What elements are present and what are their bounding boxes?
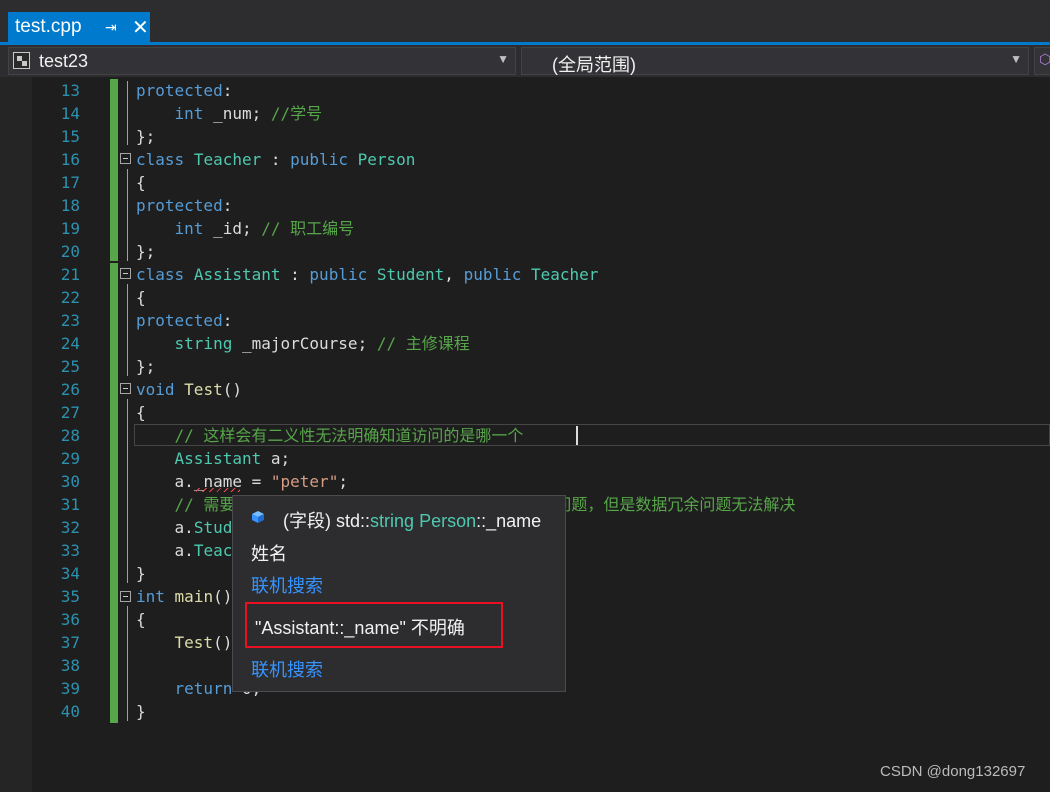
- line-number: 36: [60, 610, 80, 629]
- line-number: 28: [60, 426, 80, 445]
- search-online-link-2[interactable]: 联机搜索: [251, 656, 323, 682]
- popup-signature: (字段) std::string Person::_name: [283, 507, 541, 533]
- code-line[interactable]: int _num; //学号: [136, 102, 323, 125]
- collapse-icon[interactable]: [120, 383, 131, 394]
- code-line[interactable]: };: [136, 240, 155, 263]
- collapse-icon[interactable]: [120, 591, 131, 602]
- chevron-down-icon: ▼: [1010, 52, 1022, 66]
- watermark: CSDN @dong132697: [880, 763, 1026, 780]
- project-icon: [13, 52, 30, 69]
- line-number: 19: [60, 219, 80, 238]
- pin-icon[interactable]: ⇥: [105, 19, 117, 36]
- popup-description: 姓名: [251, 544, 287, 564]
- line-number: 33: [60, 541, 80, 560]
- navigation-bar: test23 ▼ (全局范围) ▼ ⬡: [0, 45, 1050, 77]
- line-number: 32: [60, 518, 80, 537]
- outline-guide: [127, 81, 128, 145]
- popup-member: ::_name: [476, 511, 542, 531]
- line-number: 26: [60, 380, 80, 399]
- code-line[interactable]: // 这样会有二义性无法明确知道访问的是哪一个: [136, 424, 524, 447]
- tab-strip: test.cpp ⇥ ✕: [0, 0, 1050, 45]
- outline-guide: [127, 284, 128, 376]
- collapse-icon[interactable]: [120, 153, 131, 164]
- code-line[interactable]: int _id; // 职工编号: [136, 217, 355, 240]
- line-number: 40: [60, 702, 80, 721]
- field-icon: [252, 511, 264, 523]
- code-line[interactable]: }: [136, 700, 146, 723]
- code-line[interactable]: };: [136, 355, 155, 378]
- line-number: 23: [60, 311, 80, 330]
- popup-class: Person: [419, 511, 477, 531]
- scope-name: (全局范围): [552, 55, 636, 75]
- popup-kind: (字段): [283, 511, 331, 531]
- close-icon[interactable]: ✕: [132, 15, 149, 40]
- line-number: 34: [60, 564, 80, 583]
- code-line[interactable]: {: [136, 401, 146, 424]
- line-number: 38: [60, 656, 80, 675]
- tab-test-cpp[interactable]: test.cpp ⇥ ✕: [8, 12, 150, 42]
- editor-left-margin: [0, 77, 32, 792]
- code-line[interactable]: };: [136, 125, 155, 148]
- line-number: 18: [60, 196, 80, 215]
- code-line[interactable]: }: [136, 562, 146, 585]
- code-line[interactable]: protected:: [136, 309, 232, 332]
- line-number: 13: [60, 81, 80, 100]
- code-line[interactable]: {: [136, 286, 146, 309]
- change-indicator: [110, 79, 118, 261]
- code-line[interactable]: Test();: [136, 631, 242, 654]
- line-number: 22: [60, 288, 80, 307]
- member-icon: ⬡: [1039, 51, 1050, 67]
- outline-guide: [127, 399, 128, 583]
- code-line[interactable]: Assistant a;: [136, 447, 291, 470]
- text-caret: [576, 426, 578, 445]
- outline-guide: [127, 606, 128, 721]
- error-message: "Assistant::_name" 不明确: [255, 618, 465, 638]
- line-number: 39: [60, 679, 80, 698]
- line-number: 21: [60, 265, 80, 284]
- code-line[interactable]: void Test(): [136, 378, 242, 401]
- project-dropdown[interactable]: test23 ▼: [8, 47, 516, 75]
- code-line[interactable]: string _majorCourse; // 主修课程: [136, 332, 470, 355]
- code-line[interactable]: {: [136, 608, 146, 631]
- line-number: 30: [60, 472, 80, 491]
- line-number: 24: [60, 334, 80, 353]
- code-line[interactable]: protected:: [136, 79, 232, 102]
- code-line[interactable]: class Teacher : public Person: [136, 148, 415, 171]
- line-number: 17: [60, 173, 80, 192]
- code-line[interactable]: class Assistant : public Student, public…: [136, 263, 598, 286]
- search-online-link[interactable]: 联机搜索: [251, 572, 323, 598]
- chevron-down-icon: ▼: [497, 52, 509, 66]
- project-name: test23: [39, 51, 89, 71]
- outline-guide: [127, 169, 128, 261]
- popup-namespace: std::: [336, 511, 371, 531]
- quick-info-popup: (字段) std::string Person::_name 姓名 联机搜索 "…: [232, 495, 566, 692]
- change-indicator: [110, 263, 118, 723]
- code-line[interactable]: a._name = "peter";: [136, 470, 348, 493]
- line-number: 25: [60, 357, 80, 376]
- line-number: 16: [60, 150, 80, 169]
- collapse-icon[interactable]: [120, 268, 131, 279]
- code-line[interactable]: {: [136, 171, 146, 194]
- line-number: 20: [60, 242, 80, 261]
- line-number: 29: [60, 449, 80, 468]
- line-number: 27: [60, 403, 80, 422]
- line-number: 37: [60, 633, 80, 652]
- member-dropdown[interactable]: ⬡: [1034, 47, 1050, 75]
- line-number: 15: [60, 127, 80, 146]
- line-number: 35: [60, 587, 80, 606]
- tab-title: test.cpp: [15, 16, 82, 37]
- code-line[interactable]: int main(): [136, 585, 232, 608]
- line-number: 14: [60, 104, 80, 123]
- line-number: 31: [60, 495, 80, 514]
- error-squiggle: [196, 488, 240, 492]
- error-message-box: "Assistant::_name" 不明确: [245, 602, 503, 648]
- code-line[interactable]: protected:: [136, 194, 232, 217]
- popup-type: string: [370, 511, 415, 531]
- scope-dropdown[interactable]: (全局范围) ▼: [521, 47, 1029, 75]
